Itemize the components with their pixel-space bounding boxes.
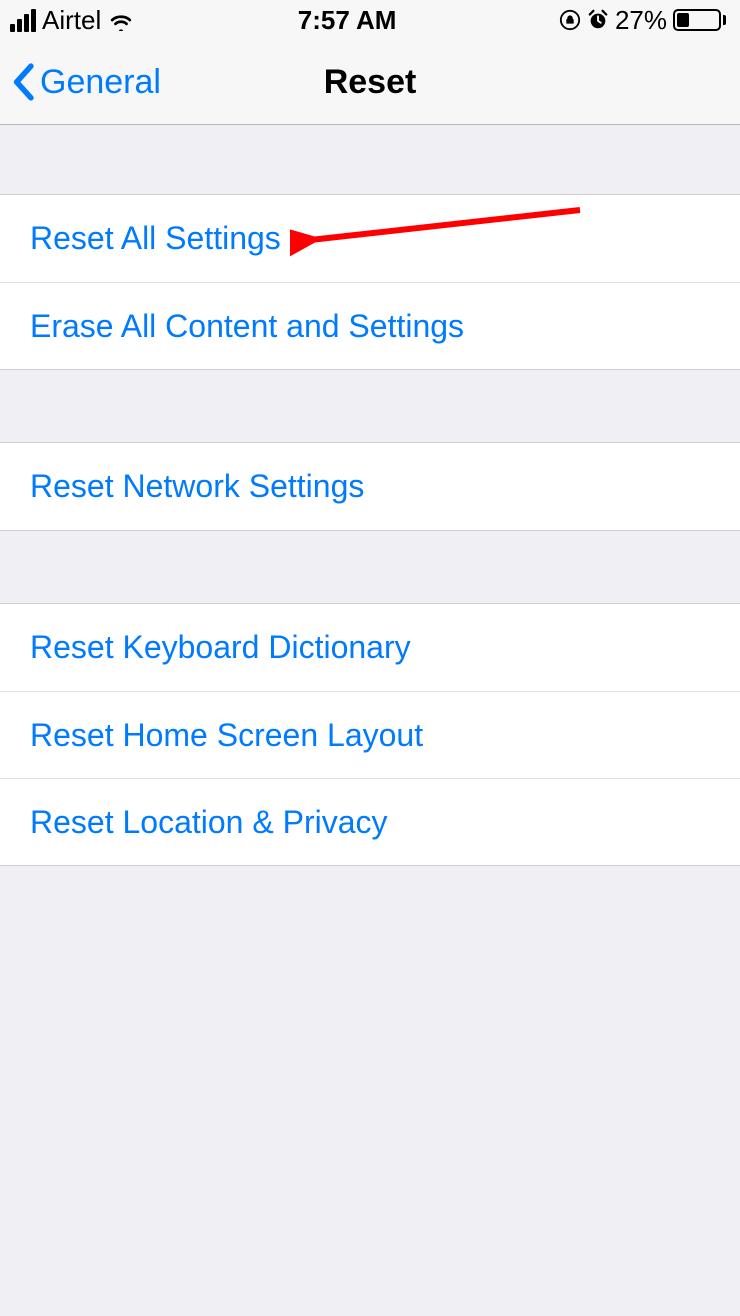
list-item-label: Reset Location & Privacy bbox=[30, 804, 388, 841]
reset-all-settings-button[interactable]: Reset All Settings bbox=[0, 195, 740, 282]
list-group-2: Reset Network Settings bbox=[0, 442, 740, 531]
reset-network-settings-button[interactable]: Reset Network Settings bbox=[0, 443, 740, 530]
list-item-label: Reset Keyboard Dictionary bbox=[30, 629, 411, 666]
battery-icon bbox=[673, 9, 726, 31]
list-group-3: Reset Keyboard Dictionary Reset Home Scr… bbox=[0, 603, 740, 866]
section-spacer bbox=[0, 370, 740, 442]
alarm-icon bbox=[587, 9, 609, 31]
orientation-lock-icon bbox=[559, 9, 581, 31]
status-bar: Airtel 7:57 AM 27% bbox=[0, 0, 740, 40]
wifi-icon bbox=[107, 9, 135, 31]
battery-percent: 27% bbox=[615, 5, 667, 36]
list-item-label: Reset Home Screen Layout bbox=[30, 717, 423, 754]
erase-all-content-button[interactable]: Erase All Content and Settings bbox=[0, 282, 740, 369]
chevron-left-icon bbox=[10, 63, 36, 101]
carrier-label: Airtel bbox=[42, 5, 101, 36]
status-time: 7:57 AM bbox=[298, 5, 397, 36]
reset-keyboard-dictionary-button[interactable]: Reset Keyboard Dictionary bbox=[0, 604, 740, 691]
nav-bar: General Reset bbox=[0, 40, 740, 125]
list-item-label: Reset All Settings bbox=[30, 220, 281, 257]
list-item-label: Erase All Content and Settings bbox=[30, 308, 464, 345]
back-label: General bbox=[40, 63, 161, 102]
list-group-1: Reset All Settings Erase All Content and… bbox=[0, 194, 740, 370]
status-right: 27% bbox=[559, 5, 726, 36]
reset-home-screen-layout-button[interactable]: Reset Home Screen Layout bbox=[0, 691, 740, 778]
section-spacer bbox=[0, 531, 740, 603]
cellular-signal-icon bbox=[10, 9, 36, 32]
reset-location-privacy-button[interactable]: Reset Location & Privacy bbox=[0, 778, 740, 865]
section-spacer bbox=[0, 125, 740, 194]
status-left: Airtel bbox=[10, 5, 135, 36]
back-button[interactable]: General bbox=[0, 63, 161, 102]
list-item-label: Reset Network Settings bbox=[30, 468, 364, 505]
page-title: Reset bbox=[324, 63, 417, 102]
